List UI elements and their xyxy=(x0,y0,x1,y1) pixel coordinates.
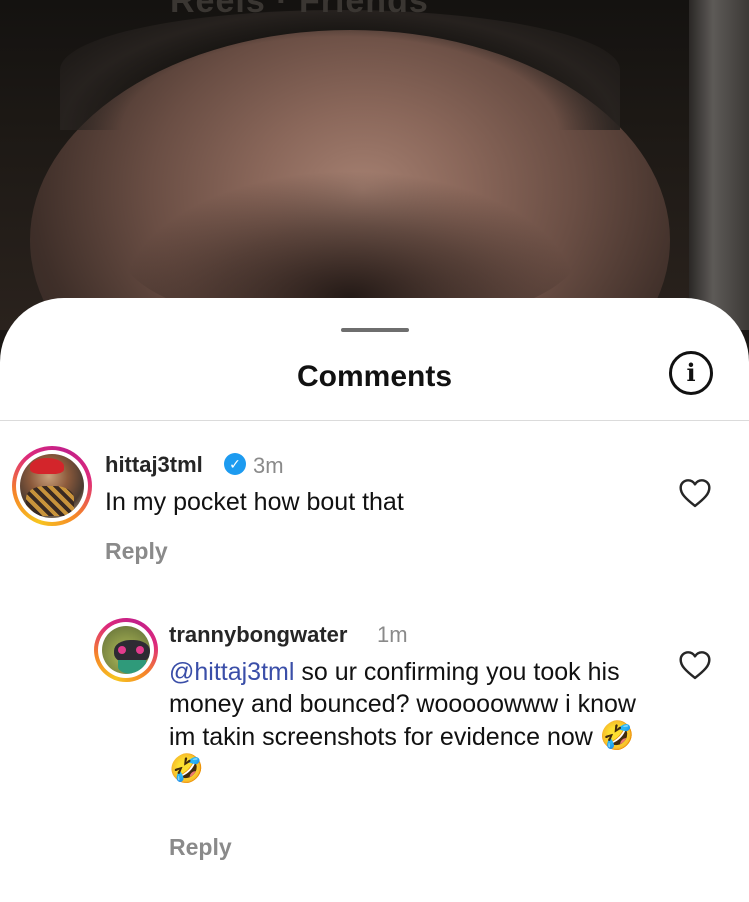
like-heart-icon[interactable] xyxy=(678,478,712,508)
comments-sheet: Comments i hittaj3tml ✓ 3m In my pocket … xyxy=(0,298,749,902)
reel-video-frame[interactable]: Reels · Friends xyxy=(0,0,749,330)
comment-username[interactable]: hittaj3tml xyxy=(105,452,203,478)
reply-button[interactable]: Reply xyxy=(105,538,168,565)
sheet-drag-handle[interactable] xyxy=(341,328,409,332)
laughing-emoji-icon: 🤣 xyxy=(599,719,635,752)
sheet-title: Comments xyxy=(296,360,453,393)
comment-time: 1m xyxy=(377,622,408,647)
like-heart-icon[interactable] xyxy=(678,650,712,680)
info-icon[interactable]: i xyxy=(669,351,713,395)
video-hair xyxy=(60,10,620,130)
sheet-divider xyxy=(0,420,749,421)
avatar[interactable] xyxy=(12,446,92,526)
reply-button[interactable]: Reply xyxy=(169,834,232,861)
avatar[interactable] xyxy=(94,618,158,682)
comment-time: 3m xyxy=(253,453,284,478)
laughing-emoji-icon: 🤣 xyxy=(169,752,204,785)
video-wall xyxy=(689,0,749,330)
comment-mention[interactable]: @hittaj3tml xyxy=(169,658,294,686)
comment-username[interactable]: trannybongwater xyxy=(169,622,347,648)
comment-text: @hittaj3tml so ur confirming you took hi… xyxy=(169,656,639,786)
comment-text: In my pocket how bout that xyxy=(105,488,404,516)
video-header-title: Reels · Friends xyxy=(170,0,429,20)
verified-badge-icon: ✓ xyxy=(224,453,246,475)
